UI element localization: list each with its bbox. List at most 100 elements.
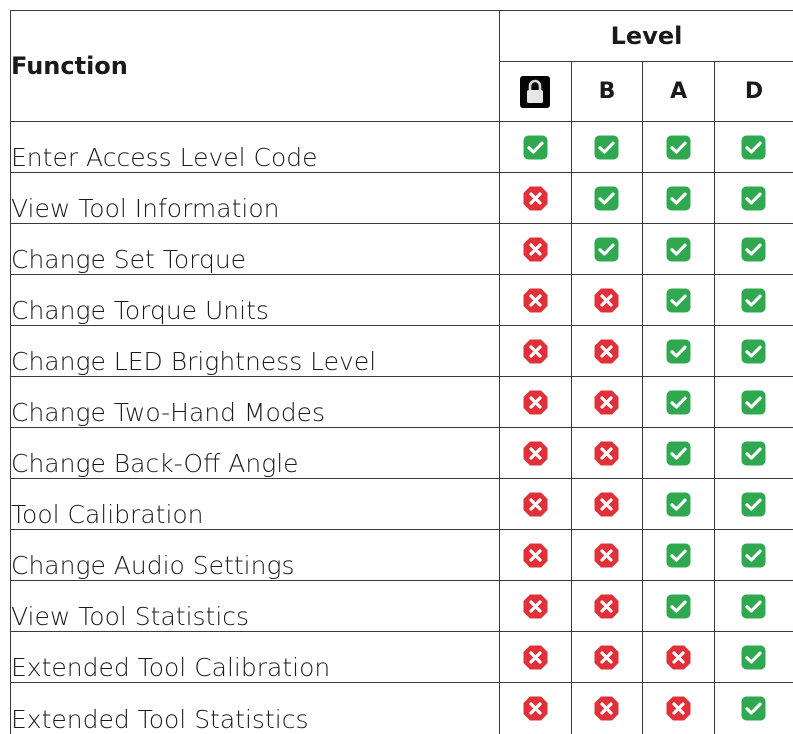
function-label: Change Torque Units [11,275,500,326]
permission-cell-a [643,530,715,581]
check-icon [594,237,619,262]
permission-cell-b [571,326,643,377]
check-icon [666,135,691,160]
level-d-header: D [714,62,793,122]
cross-icon [523,288,548,313]
lock-icon [520,76,550,108]
check-icon [741,186,766,211]
table-row: Change Set Torque [11,224,793,275]
check-icon [523,135,548,160]
cross-icon [594,492,619,517]
permission-cell-d [714,275,793,326]
table-row: Extended Tool Statistics [11,683,793,734]
cross-icon [666,696,691,721]
check-icon [666,288,691,313]
permission-cell-lock [500,122,572,173]
cross-icon [594,594,619,619]
permission-cell-b [571,632,643,683]
access-level-table: Function Level B A D Enter Access Level … [10,10,793,734]
permission-cell-lock [500,173,572,224]
permission-cell-a [643,122,715,173]
cross-icon [594,645,619,670]
permission-cell-b [571,377,643,428]
check-icon [666,594,691,619]
cross-icon [594,288,619,313]
check-icon [666,237,691,262]
permission-cell-lock [500,428,572,479]
permission-cell-b [571,581,643,632]
function-label: Extended Tool Statistics [11,683,500,734]
permission-cell-d [714,632,793,683]
permission-cell-d [714,581,793,632]
cross-icon [523,441,548,466]
permission-cell-d [714,326,793,377]
level-column-header: Level [500,11,793,62]
table-row: Change Torque Units [11,275,793,326]
function-label: Enter Access Level Code [11,122,500,173]
function-label: Change Audio Settings [11,530,500,581]
check-icon [741,339,766,364]
permission-cell-d [714,428,793,479]
table-row: Change Two-Hand Modes [11,377,793,428]
permission-cell-d [714,479,793,530]
permission-cell-a [643,377,715,428]
permission-cell-b [571,683,643,734]
cross-icon [523,186,548,211]
check-icon [741,441,766,466]
permission-cell-b [571,275,643,326]
cross-icon [594,543,619,568]
permission-cell-b [571,224,643,275]
permission-cell-d [714,224,793,275]
check-icon [666,186,691,211]
check-icon [741,390,766,415]
check-icon [666,543,691,568]
check-icon [666,441,691,466]
cross-icon [594,339,619,364]
function-label: Extended Tool Calibration [11,632,500,683]
table-body: Enter Access Level CodeView Tool Informa… [11,122,793,734]
permission-cell-d [714,122,793,173]
table-row: View Tool Statistics [11,581,793,632]
table-row: Change Audio Settings [11,530,793,581]
permission-cell-d [714,377,793,428]
check-icon [741,696,766,721]
check-icon [666,390,691,415]
function-label: Change Back-Off Angle [11,428,500,479]
permission-cell-d [714,530,793,581]
cross-icon [523,645,548,670]
permission-cell-b [571,530,643,581]
cross-icon [523,390,548,415]
check-icon [741,237,766,262]
permission-cell-a [643,683,715,734]
function-label: View Tool Statistics [11,581,500,632]
permission-cell-lock [500,275,572,326]
cross-icon [523,492,548,517]
check-icon [666,339,691,364]
permission-cell-a [643,479,715,530]
table-row: View Tool Information [11,173,793,224]
cross-icon [594,696,619,721]
function-label: Change Set Torque [11,224,500,275]
function-label: Change LED Brightness Level [11,326,500,377]
permission-cell-b [571,479,643,530]
permission-cell-a [643,428,715,479]
table-row: Change Back-Off Angle [11,428,793,479]
table-row: Extended Tool Calibration [11,632,793,683]
function-label: Change Two-Hand Modes [11,377,500,428]
level-a-header: A [643,62,715,122]
permission-cell-lock [500,632,572,683]
permission-cell-a [643,173,715,224]
check-icon [741,288,766,313]
cross-icon [523,543,548,568]
check-icon [666,492,691,517]
permission-cell-lock [500,479,572,530]
check-icon [741,645,766,670]
check-icon [741,594,766,619]
level-lock-header [500,62,572,122]
permission-cell-lock [500,377,572,428]
permission-cell-a [643,581,715,632]
permission-cell-a [643,326,715,377]
cross-icon [523,696,548,721]
function-column-header: Function [11,11,500,122]
check-icon [594,186,619,211]
